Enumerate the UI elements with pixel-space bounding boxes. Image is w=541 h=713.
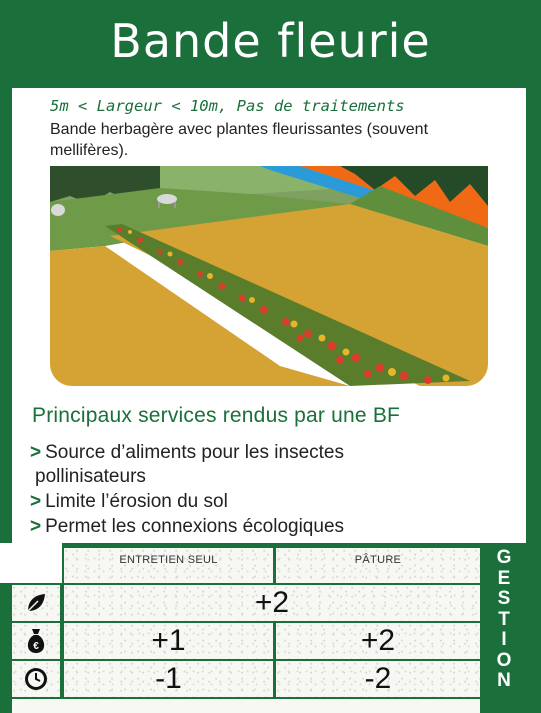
clock-icon (25, 668, 47, 690)
services-list: > Source d’aliments pour les insectes pol… (30, 441, 510, 540)
chevron-right-icon: > (30, 491, 42, 512)
col-header-entretien: ENTRETIEN SEUL (64, 548, 273, 583)
gestion-side-label: GESTION (496, 547, 512, 691)
management-table: ENTRETIEN SEUL PÂTURE +2 € +1 +2 -1 -2 (0, 543, 541, 713)
card-description: Bande herbagère avec plantes fleurissant… (50, 121, 429, 159)
services-heading: Principaux services rendus par une BF (32, 404, 401, 427)
money-bag-euro-icon: € (27, 629, 45, 653)
list-item: > Permet les connexions écologiques (30, 516, 345, 537)
col-header-paturage: PÂTURE (276, 548, 480, 583)
value-merged: +2 (64, 585, 480, 621)
svg-text:€: € (33, 641, 39, 652)
landscape-illustration (50, 166, 488, 386)
leaf-icon (27, 594, 45, 612)
value-paturage: -2 (276, 661, 480, 697)
table-corner (0, 543, 62, 583)
chevron-right-icon: > (30, 516, 42, 537)
row-icon-cell (12, 661, 60, 697)
value-entretien: -1 (64, 661, 273, 697)
table-footer-strip (12, 699, 480, 713)
card-title: Bande fleurie (110, 14, 431, 68)
value-paturage: +2 (276, 623, 480, 659)
card-right-border (526, 0, 541, 548)
chevron-right-icon: > (30, 442, 42, 463)
value-entretien: +1 (64, 623, 273, 659)
row-icon-cell (12, 585, 60, 621)
card-left-border (0, 0, 12, 548)
card-subtitle: 5m < Largeur < 10m, Pas de traitements (50, 97, 405, 115)
list-item: > Limite l’érosion du sol (30, 491, 228, 512)
list-item: > Source d’aliments pour les insectes pol… (30, 442, 344, 487)
row-icon-cell: € (12, 623, 60, 659)
